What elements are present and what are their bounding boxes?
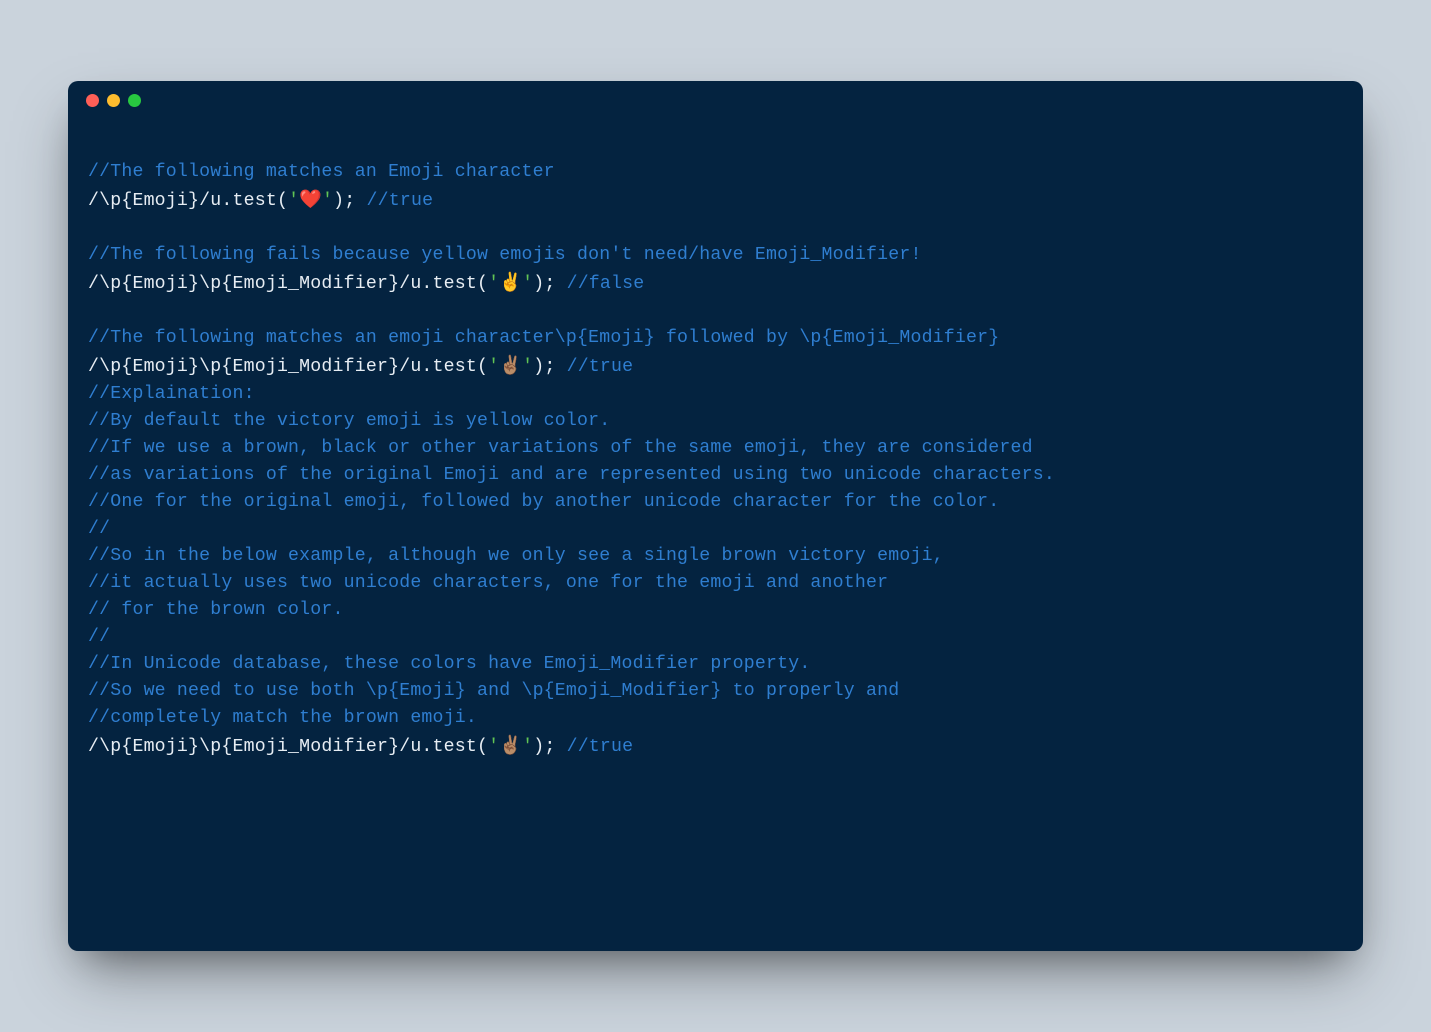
comment-text: //The following fails because yellow emo… bbox=[88, 245, 922, 265]
string-quote: ' bbox=[522, 274, 533, 294]
comment-text: //One for the original emoji, followed b… bbox=[88, 492, 999, 512]
comment-text: //By default the victory emoji is yellow… bbox=[88, 411, 610, 431]
comment-text: //In Unicode database, these colors have… bbox=[88, 654, 810, 674]
string-quote: ' bbox=[488, 737, 499, 757]
comment-text: // for the brown color. bbox=[88, 600, 344, 620]
code-line: //By default the victory emoji is yellow… bbox=[88, 408, 1343, 435]
code-line: // bbox=[88, 516, 1343, 543]
code-line: //So in the below example, although we o… bbox=[88, 543, 1343, 570]
string-quote: ' bbox=[522, 357, 533, 377]
code-text bbox=[88, 301, 99, 321]
code-text: ); bbox=[333, 191, 366, 211]
string-quote: ' bbox=[488, 357, 499, 377]
emoji-glyph: ❤️ bbox=[299, 189, 322, 210]
comment-text: //true bbox=[367, 191, 434, 211]
code-text: /\p{Emoji}\p{Emoji_Modifier}/u.test( bbox=[88, 274, 488, 294]
code-line: //If we use a brown, black or other vari… bbox=[88, 435, 1343, 462]
comment-text: // bbox=[88, 627, 110, 647]
comment-text: //it actually uses two unicode character… bbox=[88, 573, 888, 593]
string-quote: ' bbox=[522, 737, 533, 757]
string-quote: ' bbox=[288, 191, 299, 211]
code-text: /\p{Emoji}\p{Emoji_Modifier}/u.test( bbox=[88, 737, 488, 757]
comment-text: //The following matches an Emoji charact… bbox=[88, 162, 555, 182]
comment-text: //as variations of the original Emoji an… bbox=[88, 465, 1055, 485]
code-line: //One for the original emoji, followed b… bbox=[88, 489, 1343, 516]
code-line bbox=[88, 215, 1343, 242]
code-line: /\p{Emoji}\p{Emoji_Modifier}/u.test('✌🏽'… bbox=[88, 732, 1343, 761]
comment-text: //true bbox=[567, 737, 634, 757]
comment-text: //false bbox=[567, 274, 645, 294]
code-text: /\p{Emoji}\p{Emoji_Modifier}/u.test( bbox=[88, 357, 488, 377]
emoji-glyph: ✌🏽 bbox=[499, 355, 522, 376]
code-line: //So we need to use both \p{Emoji} and \… bbox=[88, 678, 1343, 705]
code-line: //The following fails because yellow emo… bbox=[88, 242, 1343, 269]
comment-text: //completely match the brown emoji. bbox=[88, 708, 477, 728]
code-line: /\p{Emoji}/u.test('❤️'); //true bbox=[88, 186, 1343, 215]
code-line: //completely match the brown emoji. bbox=[88, 705, 1343, 732]
comment-text: //So in the below example, although we o… bbox=[88, 546, 944, 566]
string-quote: ' bbox=[322, 191, 333, 211]
comment-text: // bbox=[88, 519, 110, 539]
code-line: //The following matches an emoji charact… bbox=[88, 325, 1343, 352]
code-text: ); bbox=[533, 274, 566, 294]
maximize-icon[interactable] bbox=[128, 94, 141, 107]
code-line: //In Unicode database, these colors have… bbox=[88, 651, 1343, 678]
code-line: /\p{Emoji}\p{Emoji_Modifier}/u.test('✌🏽'… bbox=[88, 352, 1343, 381]
comment-text: //So we need to use both \p{Emoji} and \… bbox=[88, 681, 899, 701]
code-line bbox=[88, 298, 1343, 325]
comment-text: //Explaination: bbox=[88, 384, 255, 404]
comment-text: //If we use a brown, black or other vari… bbox=[88, 438, 1033, 458]
code-window: //The following matches an Emoji charact… bbox=[68, 81, 1363, 951]
code-line: /\p{Emoji}\p{Emoji_Modifier}/u.test('✌️'… bbox=[88, 269, 1343, 298]
code-line: //The following matches an Emoji charact… bbox=[88, 159, 1343, 186]
code-line: //Explaination: bbox=[88, 381, 1343, 408]
code-text: /\p{Emoji}/u.test( bbox=[88, 191, 288, 211]
code-line: // bbox=[88, 624, 1343, 651]
window-titlebar bbox=[68, 81, 1363, 119]
code-text: ); bbox=[533, 737, 566, 757]
string-quote: ' bbox=[488, 274, 499, 294]
code-block: //The following matches an Emoji charact… bbox=[68, 119, 1363, 781]
comment-text: //The following matches an emoji charact… bbox=[88, 328, 999, 348]
emoji-glyph: ✌️ bbox=[499, 272, 522, 293]
code-line: //as variations of the original Emoji an… bbox=[88, 462, 1343, 489]
comment-text: //true bbox=[567, 357, 634, 377]
code-line: //it actually uses two unicode character… bbox=[88, 570, 1343, 597]
code-text bbox=[88, 218, 99, 238]
code-line: // for the brown color. bbox=[88, 597, 1343, 624]
emoji-glyph: ✌🏽 bbox=[499, 735, 522, 756]
minimize-icon[interactable] bbox=[107, 94, 120, 107]
code-text: ); bbox=[533, 357, 566, 377]
close-icon[interactable] bbox=[86, 94, 99, 107]
